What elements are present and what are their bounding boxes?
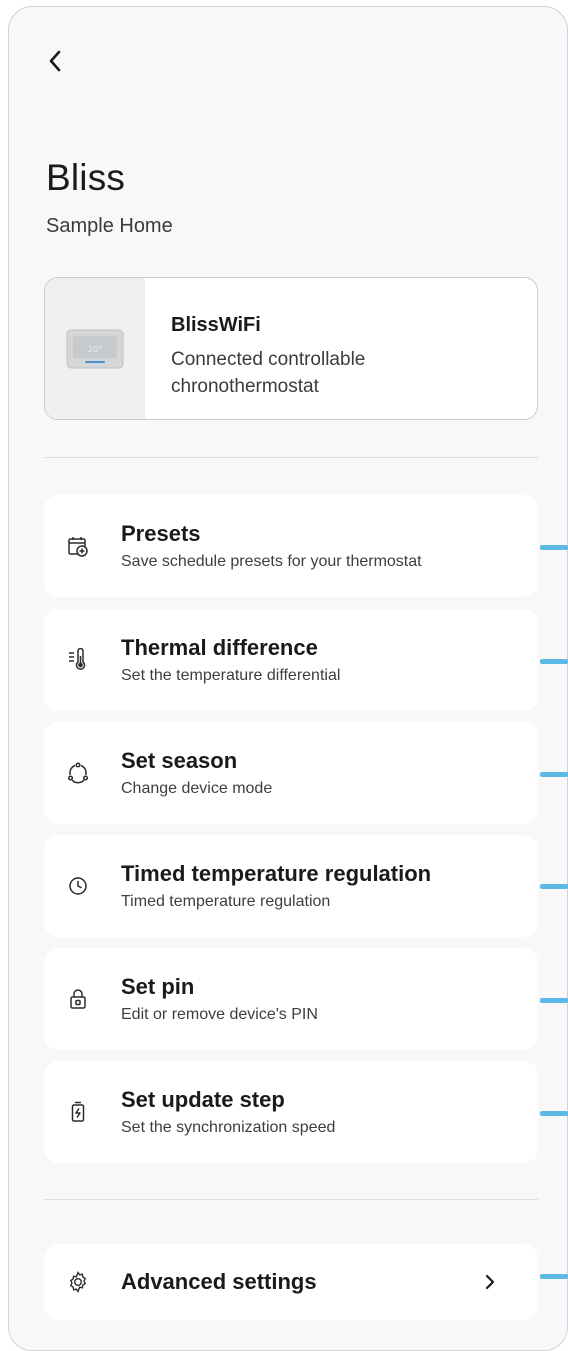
device-description: Connected controllable chronothermostat <box>171 349 366 397</box>
menu-item-thermal-difference[interactable]: Thermal difference Set the temperature d… <box>44 609 538 711</box>
advanced-settings-button[interactable]: Advanced settings <box>44 1244 538 1320</box>
svg-text:20°: 20° <box>88 345 102 354</box>
accent-mark <box>540 545 568 550</box>
screen-frame: Bliss Sample Home 20° BlissWiFi Connecte… <box>8 6 568 1351</box>
accent-mark <box>540 998 568 1003</box>
advanced-settings-label: Advanced settings <box>121 1269 317 1294</box>
menu-item-description: Set the temperature differential <box>121 667 341 684</box>
menu-item-description: Change device mode <box>121 780 273 797</box>
menu-item-presets[interactable]: Presets Save schedule presets for your t… <box>44 495 538 597</box>
device-name: BlissWiFi <box>171 314 261 336</box>
accent-mark <box>540 1274 568 1279</box>
home-name: Sample Home <box>46 215 173 237</box>
gear-icon <box>69 1271 87 1293</box>
menu-item-description: Timed temperature regulation <box>121 893 331 910</box>
back-button[interactable] <box>39 45 71 77</box>
clock-icon <box>66 874 90 898</box>
menu-item-update-step[interactable]: Set update step Set the synchronization … <box>44 1061 538 1163</box>
menu-item-label: Thermal difference <box>121 635 318 660</box>
accent-mark <box>540 772 568 777</box>
accent-mark <box>540 1111 568 1116</box>
menu-item-label: Presets <box>121 521 201 546</box>
thermometer-icon <box>66 648 90 672</box>
page-title: Bliss <box>46 157 126 198</box>
menu-item-description: Edit or remove device's PIN <box>121 1006 318 1023</box>
menu-item-set-season[interactable]: Set season Change device mode <box>44 722 538 824</box>
menu-item-label: Set update step <box>121 1087 285 1112</box>
divider <box>44 457 538 458</box>
battery-bolt-icon <box>66 1100 90 1124</box>
device-card[interactable]: 20° BlissWiFi Connected controllable chr… <box>44 277 538 420</box>
menu-item-label: Timed temperature regulation <box>121 861 432 886</box>
menu-item-label: Set pin <box>121 974 195 999</box>
lock-icon <box>66 987 90 1011</box>
thermostat-image: 20° <box>45 278 145 419</box>
menu-item-description: Save schedule presets for your thermosta… <box>121 553 422 570</box>
chevron-left-icon <box>49 50 61 72</box>
season-cycle-icon <box>66 761 90 785</box>
menu-item-timed-regulation[interactable]: Timed temperature regulation Timed tempe… <box>44 835 538 937</box>
accent-mark <box>540 659 568 664</box>
chevron-right-icon <box>485 1274 495 1290</box>
calendar-plus-icon <box>66 534 90 558</box>
accent-mark <box>540 884 568 889</box>
menu-item-label: Set season <box>121 748 238 773</box>
menu-item-set-pin[interactable]: Set pin Edit or remove device's PIN <box>44 948 538 1050</box>
divider <box>44 1199 538 1200</box>
menu-item-description: Set the synchronization speed <box>121 1119 336 1136</box>
